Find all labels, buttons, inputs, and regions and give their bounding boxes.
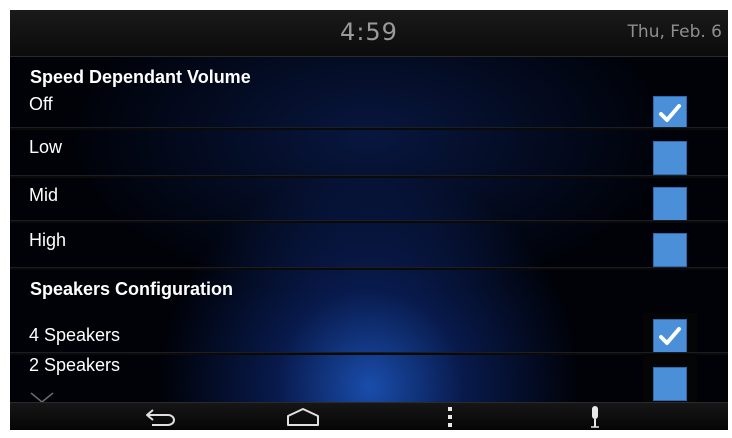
navigation-bar bbox=[10, 402, 728, 430]
option-row-off[interactable]: Off bbox=[10, 89, 728, 131]
home-button[interactable] bbox=[278, 403, 328, 430]
home-icon bbox=[287, 408, 319, 426]
menu-button[interactable] bbox=[435, 403, 465, 430]
option-label: Off bbox=[29, 94, 53, 114]
microphone-button[interactable] bbox=[580, 403, 610, 430]
checkbox-low[interactable] bbox=[653, 141, 687, 175]
microphone-icon bbox=[591, 406, 599, 428]
option-label: High bbox=[29, 230, 67, 250]
option-row-2-speakers[interactable]: 2 Speakers bbox=[10, 354, 728, 404]
option-row-4-speakers[interactable]: 4 Speakers bbox=[10, 313, 728, 363]
checkmark-icon bbox=[659, 104, 681, 122]
date: Thu, Feb. 6 bbox=[627, 22, 722, 42]
back-icon bbox=[146, 409, 175, 426]
checkbox-mid[interactable] bbox=[653, 187, 687, 221]
option-row-mid[interactable]: Mid bbox=[10, 177, 728, 221]
option-row-high[interactable]: High bbox=[10, 222, 728, 267]
option-row-low[interactable]: Low bbox=[10, 129, 728, 175]
checkbox-2-speakers[interactable] bbox=[653, 367, 687, 401]
speakers-header: Speakers Configuration bbox=[30, 279, 234, 299]
head-unit-screen: 4:59 Thu, Feb. 6 Speed Dependant Volume … bbox=[10, 10, 728, 430]
option-label: Low bbox=[29, 137, 63, 157]
option-label: Mid bbox=[29, 185, 59, 205]
menu-icon bbox=[448, 407, 452, 427]
divider bbox=[10, 267, 728, 270]
status-bar: 4:59 Thu, Feb. 6 bbox=[10, 10, 728, 57]
clock: 4:59 bbox=[340, 18, 398, 46]
settings-list[interactable]: Speed Dependant Volume Off Low Mid High bbox=[10, 57, 728, 404]
checkbox-4-speakers[interactable] bbox=[653, 319, 687, 353]
back-button[interactable] bbox=[136, 403, 186, 430]
option-label: 2 Speakers bbox=[29, 355, 121, 375]
checkbox-high[interactable] bbox=[653, 233, 687, 267]
option-label: 4 Speakers bbox=[29, 325, 121, 345]
speed-volume-header: Speed Dependant Volume bbox=[30, 67, 251, 87]
checkbox-off[interactable] bbox=[653, 96, 687, 130]
checkmark-icon bbox=[659, 327, 681, 345]
